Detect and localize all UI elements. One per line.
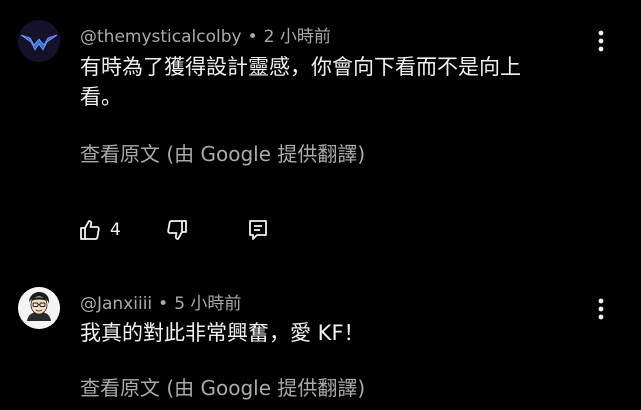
- comment-text: 我真的對此非常興奮，愛 KF！: [80, 318, 580, 348]
- separator-dot: •: [158, 294, 169, 314]
- reply-icon: [248, 220, 267, 240]
- more-actions-button[interactable]: [588, 26, 614, 56]
- comment-text-line: 我真的對此非常興奮，愛 KF！: [80, 321, 365, 345]
- like-button[interactable]: 4: [78, 214, 121, 246]
- dislike-button[interactable]: [165, 214, 189, 246]
- avatar[interactable]: [18, 20, 60, 62]
- thumbs-up-icon: [80, 220, 100, 240]
- comment-text-line: 看。: [80, 85, 122, 109]
- separator-dot: •: [247, 27, 258, 47]
- comment-time[interactable]: 5 小時前: [174, 294, 241, 314]
- reply-button[interactable]: [247, 214, 269, 246]
- avatar[interactable]: [18, 287, 60, 329]
- more-vert-icon: [598, 30, 604, 52]
- comment-time[interactable]: 2 小時前: [264, 27, 331, 47]
- comment-meta: @Janxiiii • 5 小時前: [80, 289, 241, 314]
- comment-text-line: 有時為了獲得設計靈感，你會向下看而不是向上: [80, 55, 521, 79]
- nightwing-logo-icon: [18, 20, 60, 62]
- comment-meta: @themysticalcolby • 2 小時前: [80, 22, 331, 47]
- author-name[interactable]: @Janxiiii: [80, 294, 152, 314]
- see-original-link[interactable]: 查看原文 (由 Google 提供翻譯): [80, 138, 365, 167]
- author-name[interactable]: @themysticalcolby: [80, 27, 242, 47]
- like-count: 4: [110, 220, 121, 240]
- comment-text: 有時為了獲得設計靈感，你會向下看而不是向上 看。: [80, 52, 580, 112]
- see-original-link[interactable]: 查看原文 (由 Google 提供翻譯): [80, 372, 365, 401]
- more-vert-icon: [598, 298, 604, 320]
- cartoon-person-avatar: [18, 287, 60, 329]
- thumbs-down-icon: [167, 220, 187, 240]
- comment-actions: 4: [78, 214, 269, 246]
- more-actions-button[interactable]: [588, 294, 614, 324]
